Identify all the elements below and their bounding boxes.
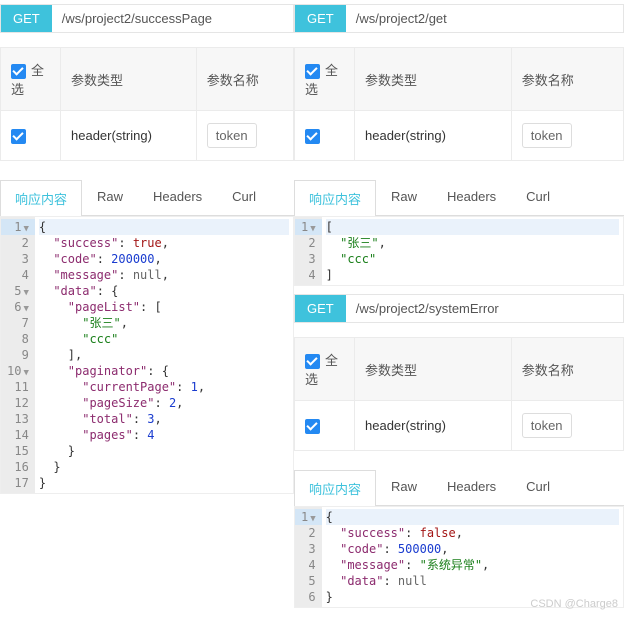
tab-curl[interactable]: Curl [217,180,271,216]
param-type-cell: header(string) [61,111,197,161]
http-method[interactable]: GET [295,5,346,32]
param-type-cell: header(string) [355,111,512,161]
code-block: 1▼2345▼6▼78910▼11121314151617 { "success… [0,216,294,494]
http-method[interactable]: GET [295,295,346,322]
select-all-checkbox[interactable] [11,64,26,79]
panel-error: GET /ws/project2/systemError 全选 参数类型 参数名… [294,294,624,608]
url-bar: GET /ws/project2/systemError [294,294,624,323]
code-block: 1▼234 [ "张三", "ccc" ] [294,216,624,286]
col-param-name: 参数名称 [511,48,623,111]
table-row: header(string) token [1,111,294,161]
http-method[interactable]: GET [1,5,52,32]
code-block: 1▼23456 { "success": false, "code": 5000… [294,506,624,608]
tab-raw[interactable]: Raw [82,180,138,216]
url-path[interactable]: /ws/project2/get [346,5,623,32]
tab-content[interactable]: 响应内容 [0,180,82,216]
col-param-name: 参数名称 [196,48,293,111]
param-name-input[interactable]: token [207,123,257,148]
tab-curl[interactable]: Curl [511,180,565,216]
select-all-checkbox[interactable] [305,354,320,369]
row-checkbox[interactable] [11,129,26,144]
tab-raw[interactable]: Raw [376,180,432,216]
col-param-type: 参数类型 [355,48,512,111]
params-table: 全选 参数类型 参数名称 header(string) token [294,337,624,451]
tab-content[interactable]: 响应内容 [294,180,376,216]
tab-curl[interactable]: Curl [511,470,565,506]
table-row: header(string) token [295,401,624,451]
panel-success: GET /ws/project2/successPage 全选 参数类型 参数名… [0,0,294,616]
col-param-type: 参数类型 [355,338,512,401]
url-path[interactable]: /ws/project2/successPage [52,5,293,32]
col-param-type: 参数类型 [61,48,197,111]
response-tabs: 响应内容 Raw Headers Curl [0,179,294,216]
param-name-input[interactable]: token [522,123,572,148]
line-numbers: 1▼234 [295,217,322,285]
tab-content[interactable]: 响应内容 [294,470,376,506]
row-checkbox[interactable] [305,129,320,144]
tab-headers[interactable]: Headers [432,180,511,216]
code-source[interactable]: { "success": true, "code": 200000, "mess… [35,217,293,493]
response-tabs: 响应内容 Raw Headers Curl [294,469,624,506]
tab-raw[interactable]: Raw [376,470,432,506]
line-numbers: 1▼23456 [295,507,322,607]
response-tabs: 响应内容 Raw Headers Curl [294,179,624,216]
watermark: CSDN @Charge8 [530,598,618,610]
param-type-cell: header(string) [355,401,512,451]
row-checkbox[interactable] [305,419,320,434]
url-bar: GET /ws/project2/successPage [0,4,294,33]
params-table: 全选 参数类型 参数名称 header(string) token [0,47,294,161]
select-all-checkbox[interactable] [305,64,320,79]
params-table: 全选 参数类型 参数名称 header(string) token [294,47,624,161]
panel-get: GET /ws/project2/get 全选 参数类型 参数名称 header… [294,4,624,286]
url-bar: GET /ws/project2/get [294,4,624,33]
col-param-name: 参数名称 [511,338,623,401]
code-source[interactable]: { "success": false, "code": 500000, "mes… [322,507,623,607]
param-name-input[interactable]: token [522,413,572,438]
table-row: header(string) token [295,111,624,161]
code-source[interactable]: [ "张三", "ccc" ] [322,217,623,285]
url-path[interactable]: /ws/project2/systemError [346,295,623,322]
line-numbers: 1▼2345▼6▼78910▼11121314151617 [1,217,35,493]
tab-headers[interactable]: Headers [432,470,511,506]
tab-headers[interactable]: Headers [138,180,217,216]
